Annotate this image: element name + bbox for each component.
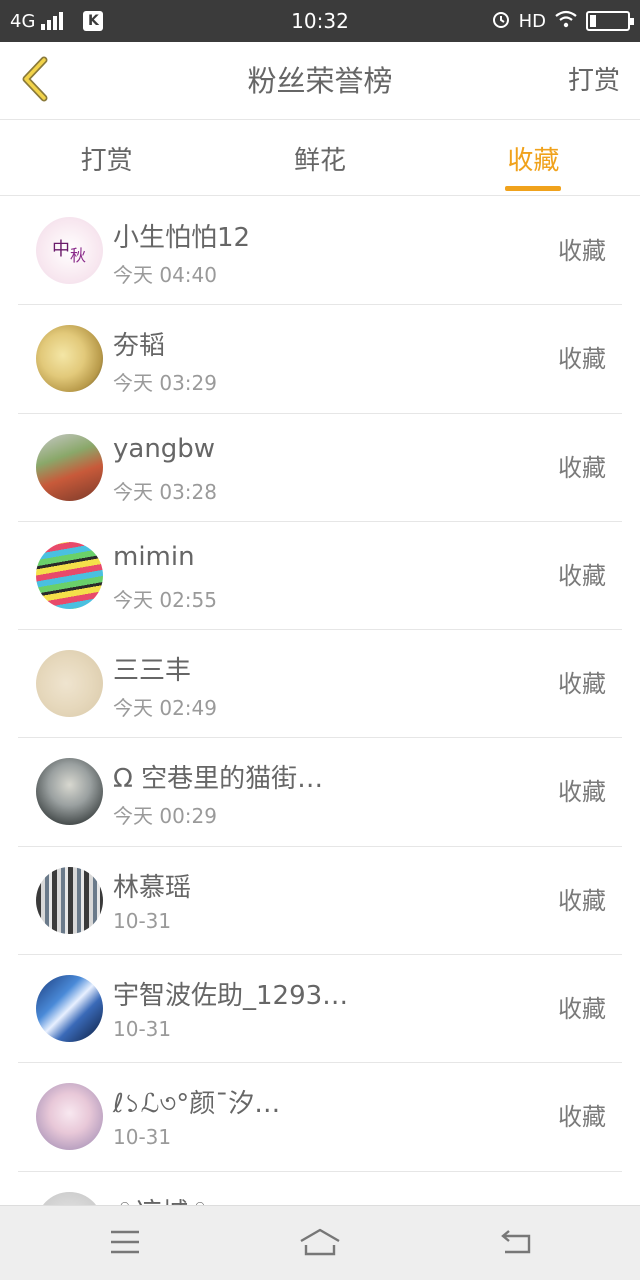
tab-bar: 打赏 鲜花 收藏 xyxy=(0,121,640,196)
status-bar: 4G K 10:32 HD xyxy=(0,0,640,42)
tab-label: 收藏 xyxy=(507,145,560,176)
tab-active-indicator xyxy=(505,186,562,191)
avatar xyxy=(36,650,103,718)
tab-flowers[interactable]: 鲜花 xyxy=(213,121,426,195)
svg-text:秋: 秋 xyxy=(70,246,86,265)
action-label: 收藏 xyxy=(558,1103,606,1132)
user-name: ℓ১ℒ৩°颜ˉ̄汐… xyxy=(113,1089,281,1120)
header-bar: 粉丝荣誉榜 打赏 xyxy=(0,42,640,120)
action-label: 收藏 xyxy=(558,1172,606,1205)
action-label: 收藏 xyxy=(558,778,606,807)
fan-list: 中秋 小生怕怕12 今天 04:40 收藏 夯韬 今天 03:29 收藏 yan… xyxy=(0,197,640,1205)
timestamp: 10-31 xyxy=(113,1125,172,1150)
avatar xyxy=(36,866,103,934)
system-nav-bar xyxy=(0,1205,640,1280)
list-item[interactable]: 夯韬 今天 03:29 收藏 xyxy=(18,305,622,414)
timestamp: 今天 02:49 xyxy=(113,696,217,721)
list-item[interactable]: ♧凉城♧ 收藏 xyxy=(18,1172,622,1205)
avatar xyxy=(36,975,103,1043)
page-title: 粉丝荣誉榜 xyxy=(247,64,393,98)
menu-icon xyxy=(109,1229,141,1259)
timestamp: 今天 04:40 xyxy=(113,263,217,287)
alarm-icon xyxy=(491,9,511,34)
avatar xyxy=(36,433,103,501)
user-name: 小生怕怕12 xyxy=(113,223,251,253)
home-button[interactable] xyxy=(298,1224,342,1264)
timestamp: 10-31 xyxy=(113,908,172,933)
avatar xyxy=(36,758,103,826)
list-item[interactable]: 林慕瑶 10-31 收藏 xyxy=(18,847,622,956)
tab-reward[interactable]: 打赏 xyxy=(0,121,213,195)
user-name: Ω 空巷里的猫街… xyxy=(113,764,324,795)
user-name: 夯韬 xyxy=(113,331,166,362)
reward-button[interactable]: 打赏 xyxy=(568,42,620,120)
list-item[interactable]: yangbw 今天 03:28 收藏 xyxy=(18,414,622,522)
action-label: 收藏 xyxy=(558,561,606,590)
tab-label: 打赏 xyxy=(80,145,133,176)
home-icon xyxy=(298,1227,342,1261)
user-name: 三三丰 xyxy=(113,656,192,687)
menu-button[interactable] xyxy=(105,1224,145,1264)
timestamp: 今天 02:55 xyxy=(113,587,217,612)
list-item[interactable]: mimin 今天 02:55 收藏 xyxy=(18,522,622,631)
svg-text:中: 中 xyxy=(52,239,70,260)
user-name: mimin xyxy=(113,541,195,572)
user-name: ♧凉城♧ xyxy=(113,1192,212,1205)
action-label: 收藏 xyxy=(558,237,606,265)
timestamp: 10-31 xyxy=(113,1017,172,1042)
timestamp: 今天 03:28 xyxy=(113,479,217,504)
action-label: 收藏 xyxy=(558,886,606,915)
list-item[interactable]: 三三丰 今天 02:49 收藏 xyxy=(18,630,622,739)
battery-icon xyxy=(586,11,634,31)
action-label: 收藏 xyxy=(558,453,606,482)
action-label: 收藏 xyxy=(558,995,606,1024)
action-label: 收藏 xyxy=(558,345,606,374)
list-item[interactable]: 中秋 小生怕怕12 今天 04:40 收藏 xyxy=(18,197,622,306)
action-label: 收藏 xyxy=(558,670,606,699)
timestamp: 今天 00:29 xyxy=(113,804,217,829)
tab-label: 鲜花 xyxy=(293,145,346,176)
list-item[interactable]: 宇智波佐助_1293… 10-31 收藏 xyxy=(18,955,622,1064)
tab-favorites[interactable]: 收藏 xyxy=(427,121,640,195)
avatar xyxy=(36,325,103,393)
user-name: 宇智波佐助_1293… xyxy=(113,981,349,1012)
list-item[interactable]: Ω 空巷里的猫街… 今天 00:29 收藏 xyxy=(18,738,622,847)
status-right: HD xyxy=(491,0,634,42)
timestamp: 今天 03:29 xyxy=(113,371,217,396)
back-icon xyxy=(499,1228,533,1260)
user-name: 林慕瑶 xyxy=(113,872,192,903)
avatar xyxy=(36,541,103,609)
back-nav-button[interactable] xyxy=(496,1224,536,1264)
wifi-icon xyxy=(554,10,578,33)
avatar xyxy=(36,1191,103,1205)
hd-label: HD xyxy=(518,10,546,32)
avatar: 中秋 xyxy=(36,217,103,284)
user-name: yangbw xyxy=(113,433,216,464)
list-item[interactable]: ℓ১ℒ৩°颜ˉ̄汐… 10-31 收藏 xyxy=(18,1063,622,1172)
avatar xyxy=(36,1083,103,1151)
